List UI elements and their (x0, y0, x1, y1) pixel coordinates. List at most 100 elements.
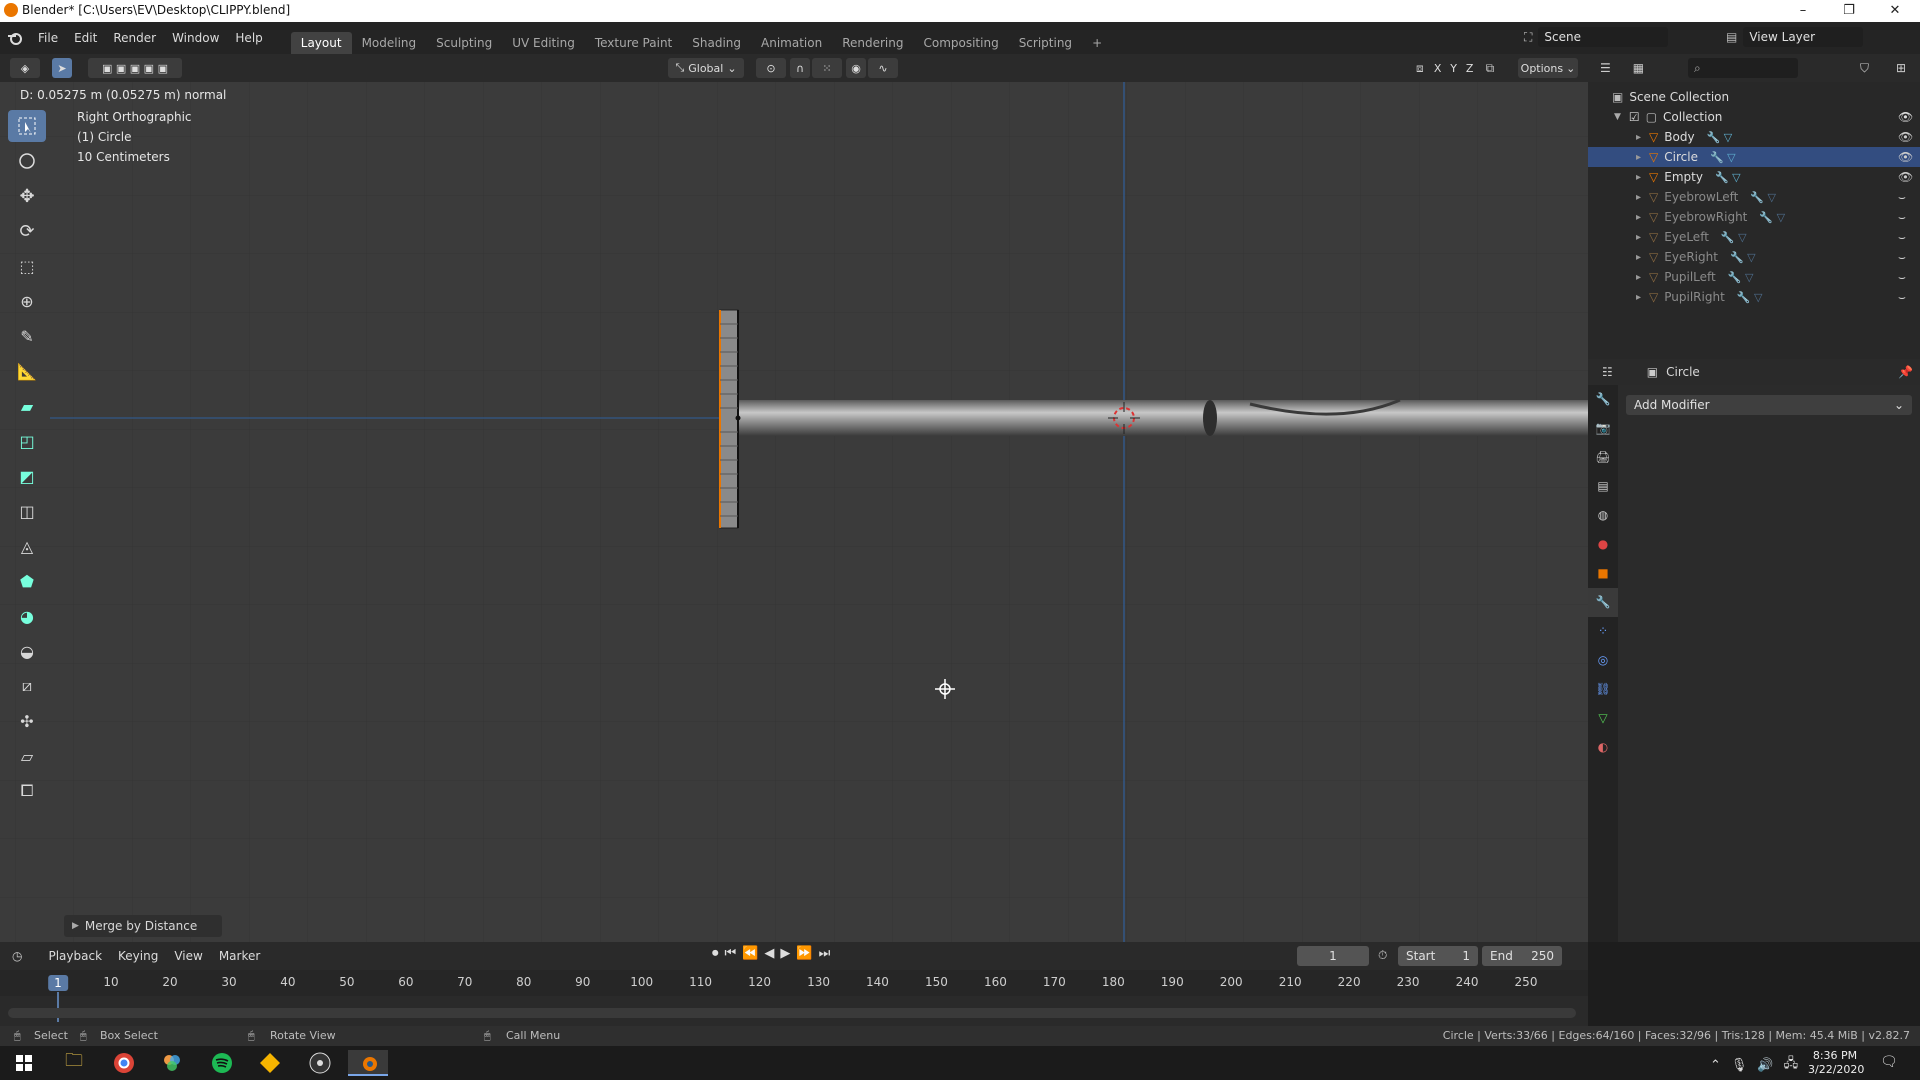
transform-tool[interactable]: ⊕ (8, 285, 46, 317)
blender-menu-icon[interactable] (0, 22, 30, 54)
eye-closed-icon[interactable]: ⌣ (1898, 290, 1906, 305)
tab-layout[interactable]: Layout (290, 32, 352, 54)
blender-taskbar-icon[interactable] (348, 1050, 388, 1076)
proportional-edit-toggle[interactable]: ◉ (846, 58, 866, 78)
snap-toggle[interactable]: ∩ (790, 58, 810, 78)
outliner-item[interactable]: ▸ ▽ PupilRight 🔧 ▽ ⌣ (1588, 287, 1920, 307)
shear-tool[interactable]: ▱ (8, 740, 46, 772)
expand-arrow-icon[interactable]: ▸ (1636, 252, 1641, 263)
menu-window[interactable]: Window (164, 22, 227, 54)
mesh-data-tab-icon[interactable]: ▽ (1588, 704, 1618, 733)
outliner-item[interactable]: ▸ ▽ EyebrowLeft 🔧 ▽ ⌣ (1588, 187, 1920, 207)
minimize-button[interactable]: – (1780, 0, 1826, 22)
chrome-icon[interactable] (104, 1050, 144, 1076)
eye-closed-icon[interactable]: ⌣ (1898, 210, 1906, 225)
clock[interactable]: 8:36 PM 3/22/2020 (1808, 1049, 1864, 1077)
display-mode-icon[interactable]: ▦ (1633, 61, 1644, 75)
timeline-editor-icon[interactable]: ◷ (12, 949, 22, 963)
prev-keyframe-icon[interactable]: ⏪ (742, 946, 758, 961)
outliner-item[interactable]: ▸ ▽ Empty 🔧 ▽ 👁 (1588, 167, 1920, 187)
scale-tool[interactable]: ⬚ (8, 250, 46, 282)
constraints-tab-icon[interactable]: ⛓ (1588, 675, 1618, 704)
select-mode-button[interactable]: ➤ (52, 58, 72, 78)
menu-help[interactable]: Help (227, 22, 270, 54)
eye-icon[interactable]: 👁 (1898, 110, 1913, 124)
pin-icon[interactable]: 📌 (1898, 365, 1913, 379)
bevel-tool[interactable]: ◩ (8, 460, 46, 492)
selection-mode-group[interactable]: ▣ ▣ ▣ ▣ ▣ (88, 58, 182, 78)
timeline-menu-view[interactable]: View (166, 942, 210, 970)
jump-start-icon[interactable]: ⏮ (725, 946, 737, 961)
menu-file[interactable]: File (30, 22, 66, 54)
tab-scripting[interactable]: Scripting (1009, 32, 1082, 54)
tab-compositing[interactable]: Compositing (913, 32, 1008, 54)
object-tab-icon[interactable]: ■ (1588, 559, 1618, 588)
eye-icon[interactable]: 👁 (1898, 150, 1913, 164)
view-layer-tab-icon[interactable]: ▤ (1588, 472, 1618, 501)
expand-arrow-icon[interactable]: ▸ (1636, 192, 1641, 203)
outliner-item[interactable]: ▸ ▽ EyeRight 🔧 ▽ ⌣ (1588, 247, 1920, 267)
mirror-x-toggle[interactable]: X (1430, 58, 1446, 78)
loop-cut-tool[interactable]: ◫ (8, 495, 46, 527)
falloff-button[interactable]: ∿ (868, 58, 898, 78)
expand-arrow-icon[interactable]: ▸ (1636, 212, 1641, 223)
tab-animation[interactable]: Animation (751, 32, 832, 54)
current-frame-marker[interactable]: 1 (48, 975, 68, 991)
davinci-resolve-icon[interactable] (152, 1050, 192, 1076)
output-tab-icon[interactable]: 🖨 (1588, 443, 1618, 472)
rotate-tool[interactable]: ⟳ (8, 215, 46, 247)
select-box-tool[interactable] (8, 110, 46, 142)
restore-button[interactable]: ❐ (1826, 0, 1872, 22)
rip-region-tool[interactable]: ⧠ (8, 775, 46, 807)
play-reverse-icon[interactable]: ◀ (764, 946, 774, 961)
scene-tab-icon[interactable]: ◍ (1588, 501, 1618, 530)
jump-end-icon[interactable]: ⏭ (819, 946, 831, 961)
tab-uv-editing[interactable]: UV Editing (502, 32, 585, 54)
eye-closed-icon[interactable]: ⌣ (1898, 190, 1906, 205)
new-collection-icon[interactable]: ⊞ (1896, 61, 1906, 75)
snap-target-button[interactable]: ⁙ (812, 58, 842, 78)
render-tab-icon[interactable]: 📷 (1588, 414, 1618, 443)
body-mesh[interactable] (738, 400, 1588, 436)
auto-merge-icon[interactable]: ⧉ (1486, 61, 1495, 76)
outliner-item[interactable]: ▸ ▽ EyeLeft 🔧 ▽ ⌣ (1588, 227, 1920, 247)
world-tab-icon[interactable]: ● (1588, 530, 1618, 559)
eye-icon[interactable]: 👁 (1898, 170, 1913, 184)
microphone-icon[interactable]: 🎙 (1731, 1058, 1748, 1073)
view-layer-field[interactable]: View Layer (1743, 27, 1864, 47)
scene-collection-row[interactable]: ▣ Scene Collection (1588, 87, 1920, 107)
expand-arrow-icon[interactable]: ▸ (1636, 152, 1641, 163)
notifications-icon[interactable]: 🗨 (1880, 1054, 1898, 1070)
circle-mesh[interactable] (719, 309, 741, 529)
expand-arrow-icon[interactable]: ▸ (1636, 172, 1641, 183)
eye-closed-icon[interactable]: ⌣ (1898, 270, 1906, 285)
volume-icon[interactable]: 🔊 (1757, 1058, 1773, 1073)
expand-arrow-icon[interactable]: ▸ (1636, 132, 1641, 143)
filter-icon[interactable]: ⛉ (1860, 61, 1869, 76)
timeline-menu-marker[interactable]: Marker (211, 942, 268, 970)
outliner-item[interactable]: ▸ ▽ Circle 🔧 ▽ 👁 (1588, 147, 1920, 167)
frame-ruler[interactable]: 1 10 20 30 40 50 60 70 80 90 100 110 120 130 140 150 160… (0, 970, 1588, 1022)
scene-selector[interactable]: ⛶ Scene (1524, 27, 1669, 47)
timeline-menu-playback[interactable]: Playback (40, 942, 110, 970)
view-layer-selector[interactable]: ▤ View Layer (1726, 27, 1864, 47)
edge-slide-tool[interactable]: ⧄ (8, 670, 46, 702)
smooth-tool[interactable]: ◒ (8, 635, 46, 667)
stopwatch-icon[interactable]: ⏱ (1378, 948, 1387, 963)
windows-start-icon[interactable] (4, 1050, 44, 1076)
particles-tab-icon[interactable]: ⁘ (1588, 617, 1618, 646)
physics-tab-icon[interactable]: ◎ (1588, 646, 1618, 675)
collection-row[interactable]: ▼ ☑ ▢ Collection 👁 (1588, 107, 1920, 127)
outliner-item[interactable]: ▸ ▽ Body 🔧 ▽ 👁 (1588, 127, 1920, 147)
tab-shading[interactable]: Shading (682, 32, 751, 54)
obs-icon[interactable] (300, 1050, 340, 1076)
knife-tool[interactable]: ◬ (8, 530, 46, 562)
start-frame-field[interactable]: Start 1 (1398, 946, 1478, 966)
pivot-point-button[interactable]: ⊙ (756, 58, 786, 78)
eye-icon[interactable]: 👁 (1898, 130, 1913, 144)
tab-texture-paint[interactable]: Texture Paint (585, 32, 682, 54)
eye-closed-icon[interactable]: ⌣ (1898, 250, 1906, 265)
options-dropdown[interactable]: Options ⌄ (1518, 58, 1578, 78)
tray-chevron-up-icon[interactable]: ⌃ (1710, 1058, 1721, 1073)
tab-sculpting[interactable]: Sculpting (426, 32, 502, 54)
